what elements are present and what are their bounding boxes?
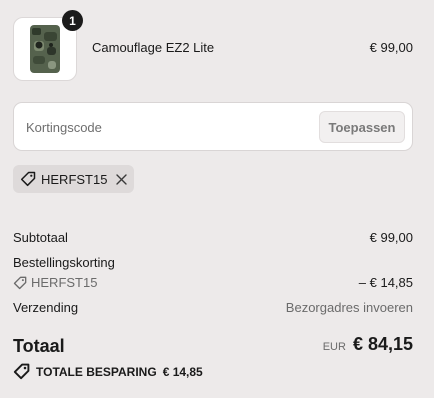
order-discount-value: – € 14,85	[358, 275, 413, 290]
savings-label: TOTALE BESPARING	[36, 364, 157, 379]
product-line-item: 1 Camouflage EZ2 Lite € 99,00	[13, 10, 413, 81]
total-currency: EUR	[322, 341, 346, 353]
subtotal-label: Subtotaal	[13, 230, 68, 245]
order-discount-code-text: HERFST15	[31, 275, 98, 290]
remove-discount-button[interactable]	[116, 173, 128, 185]
subtotal-value: € 99,00	[369, 230, 413, 245]
tag-icon	[13, 276, 27, 289]
total-label: Totaal	[13, 336, 65, 356]
discount-code-input[interactable]	[26, 116, 316, 138]
shipping-label: Verzending	[13, 300, 79, 315]
applied-discount-chip: HERFST15	[13, 165, 134, 193]
trail-camera-icon	[30, 25, 60, 73]
applied-discount-code: HERFST15	[41, 171, 108, 187]
order-discount-code: HERFST15	[13, 275, 97, 290]
total-savings: TOTALE BESPARING € 14,85	[13, 363, 203, 380]
order-discount-label: Bestellingskorting	[13, 255, 115, 270]
quantity-badge: 1	[62, 10, 83, 31]
product-price: € 99,00	[369, 40, 413, 55]
tag-icon	[13, 363, 30, 380]
checkout-order-summary: 1 Camouflage EZ2 Lite € 99,00 Toepassen …	[0, 0, 434, 398]
total-value: € 84,15	[352, 334, 413, 354]
savings-value: € 14,85	[162, 364, 203, 379]
discount-code-form: Toepassen	[13, 102, 413, 151]
shipping-value: Bezorgadres invoeren	[285, 300, 413, 315]
product-name: Camouflage EZ2 Lite	[92, 40, 215, 55]
close-icon	[116, 173, 128, 185]
tag-icon	[20, 171, 36, 187]
apply-discount-button[interactable]: Toepassen	[319, 111, 405, 143]
total-amount: EUR € 84,15	[323, 334, 413, 355]
